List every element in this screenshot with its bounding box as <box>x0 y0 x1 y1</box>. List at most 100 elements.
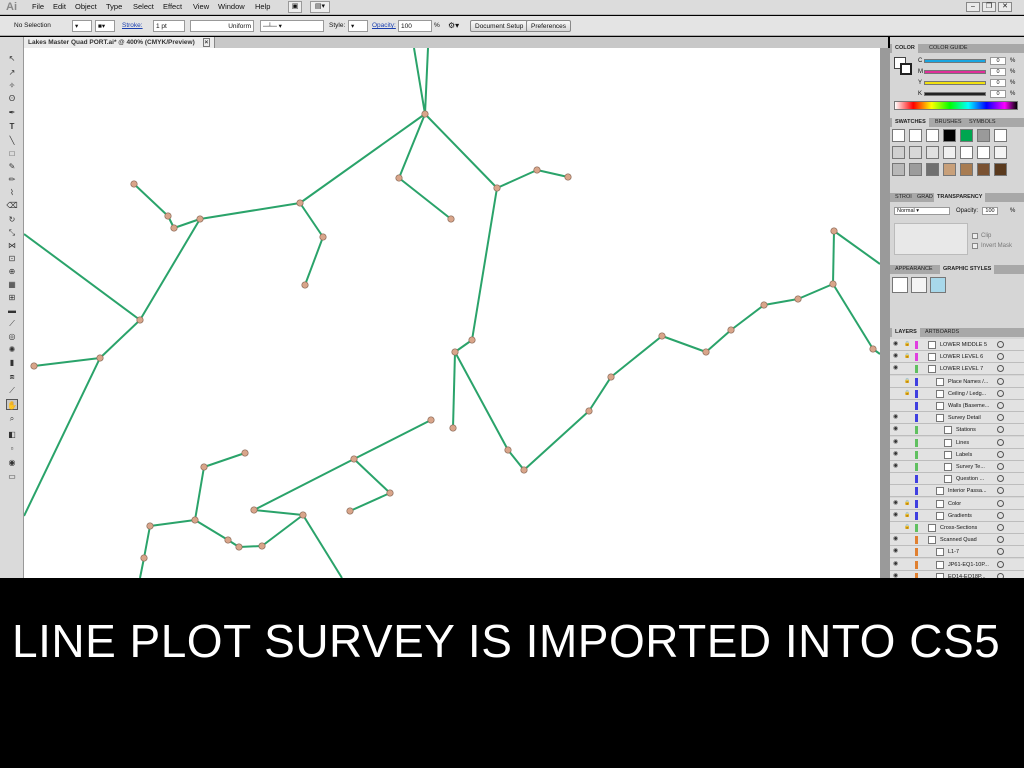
layer-row[interactable]: ◉ 🔒 Color <box>890 497 1024 510</box>
menu-window[interactable]: Window <box>218 2 245 12</box>
survey-station[interactable] <box>447 215 455 223</box>
survey-line[interactable] <box>471 187 498 341</box>
brush-definition-dropdown[interactable]: ─┴─ ▾ <box>260 20 324 32</box>
survey-line[interactable] <box>203 452 246 468</box>
survey-station[interactable] <box>296 199 304 207</box>
color-swatch[interactable] <box>892 146 905 159</box>
survey-station[interactable] <box>829 280 837 288</box>
black-slider[interactable] <box>924 92 986 96</box>
survey-station[interactable] <box>191 516 199 524</box>
layer-target-icon[interactable] <box>997 389 1004 397</box>
close-document-icon[interactable]: × <box>202 38 211 47</box>
survey-line[interactable] <box>454 351 509 451</box>
tab-swatches[interactable]: SWATCHES <box>892 118 929 127</box>
survey-station[interactable] <box>468 336 476 344</box>
graphic-style-swatch[interactable] <box>930 277 946 293</box>
preferences-button[interactable]: Preferences <box>526 20 572 32</box>
symbol-sprayer-tool-icon[interactable]: ✺ <box>6 344 18 355</box>
document-tab[interactable]: Lakes Master Quad PORT.ai* @ 400% (CMYK/… <box>24 37 216 48</box>
color-swatch[interactable] <box>994 163 1007 176</box>
survey-line[interactable] <box>253 509 304 516</box>
lock-icon[interactable]: 🔒 <box>904 341 911 348</box>
stroke-link[interactable]: Stroke: <box>122 20 143 32</box>
invert-mask-checkbox[interactable] <box>972 243 978 249</box>
survey-line[interactable] <box>139 218 201 321</box>
survey-station[interactable] <box>493 184 501 192</box>
lock-icon[interactable]: 🔒 <box>904 512 911 519</box>
survey-line[interactable] <box>353 419 432 460</box>
visibility-eye-icon[interactable] <box>893 378 900 385</box>
paintbrush-tool-icon[interactable]: ✎ <box>6 161 18 172</box>
layer-target-icon[interactable] <box>997 524 1004 531</box>
lock-icon[interactable] <box>904 463 911 470</box>
blend-mode-dropdown[interactable]: Normal ▾ <box>894 207 950 215</box>
tab-transparency[interactable]: TRANSPARENCY <box>934 193 986 202</box>
layer-target-icon[interactable] <box>997 536 1004 544</box>
survey-line[interactable] <box>705 329 732 353</box>
eyedropper-tool-icon[interactable]: ⟋ <box>6 318 18 329</box>
color-swatch[interactable] <box>892 129 905 142</box>
survey-line[interactable] <box>832 283 874 350</box>
survey-line[interactable] <box>424 113 498 189</box>
visibility-eye-icon[interactable] <box>893 390 900 397</box>
layer-target-icon[interactable] <box>997 365 1004 373</box>
survey-station[interactable] <box>520 466 528 474</box>
transparency-opacity-field[interactable]: 100 <box>982 207 998 215</box>
survey-station[interactable] <box>146 522 154 530</box>
menu-view[interactable]: View <box>193 2 209 12</box>
survey-station[interactable] <box>427 416 435 424</box>
opacity-link[interactable]: Opacity: <box>372 20 396 32</box>
zoom-tool-icon[interactable]: ⌕ <box>6 413 18 424</box>
perspective-grid-tool-icon[interactable]: ▦ <box>6 279 18 290</box>
recolor-icon[interactable]: ⚙▾ <box>448 20 459 32</box>
survey-station[interactable] <box>250 506 258 514</box>
layer-row[interactable]: 🔒 Place Names /... <box>890 375 1024 388</box>
survey-station[interactable] <box>869 345 877 353</box>
color-swatch[interactable] <box>994 146 1007 159</box>
survey-line[interactable] <box>349 492 391 512</box>
graphic-style-swatch[interactable] <box>911 277 927 293</box>
survey-line[interactable] <box>24 357 101 517</box>
menu-type[interactable]: Type <box>106 2 122 12</box>
layer-target-icon[interactable] <box>997 426 1004 434</box>
artboard-tool-icon[interactable]: ⧈ <box>6 371 18 382</box>
layer-row[interactable]: ◉ Scanned Quad <box>890 534 1024 547</box>
survey-station[interactable] <box>258 542 266 550</box>
color-swatch[interactable] <box>943 163 956 176</box>
menu-help[interactable]: Help <box>255 2 270 12</box>
layer-row[interactable]: ◉ 🔒 LOWER MIDDLE 5 <box>890 339 1024 351</box>
lasso-tool-icon[interactable]: ʘ <box>6 93 18 104</box>
survey-station[interactable] <box>170 224 178 232</box>
color-swatch[interactable] <box>960 146 973 159</box>
survey-line[interactable] <box>610 335 663 378</box>
survey-station[interactable] <box>140 554 148 562</box>
survey-line[interactable] <box>661 335 707 353</box>
layer-row[interactable]: 🔒 Ceiling / Ledg... <box>890 387 1024 400</box>
survey-station[interactable] <box>727 326 735 334</box>
screen-mode-icon[interactable]: ▭ <box>6 471 18 482</box>
swap-none-icon[interactable]: ▫ <box>6 443 18 454</box>
lock-icon[interactable]: 🔒 <box>904 353 911 360</box>
layer-row[interactable]: ◉ 🔒 Gradients <box>890 509 1024 522</box>
visibility-eye-icon[interactable]: ◉ <box>893 365 900 372</box>
visibility-eye-icon[interactable]: ◉ <box>893 536 900 543</box>
layer-row[interactable]: Interior Passa... <box>890 485 1024 498</box>
style-dropdown[interactable]: ▾ <box>348 20 368 32</box>
type-tool-icon[interactable]: T <box>6 121 18 132</box>
graphic-style-swatch[interactable] <box>892 277 908 293</box>
survey-station[interactable] <box>301 281 309 289</box>
eraser-tool-icon[interactable]: ⌫ <box>6 200 18 211</box>
stroke-profile-dropdown[interactable]: Uniform <box>190 20 254 32</box>
cyan-slider[interactable] <box>924 59 986 63</box>
survey-station[interactable] <box>350 455 358 463</box>
gradient-tool-icon[interactable]: ▬ <box>6 305 18 316</box>
layer-row[interactable]: ◉ Labels <box>890 448 1024 461</box>
pencil-tool-icon[interactable]: ✏ <box>6 174 18 185</box>
survey-line[interactable] <box>398 177 452 220</box>
layer-row[interactable]: Question ... <box>890 473 1024 486</box>
layer-target-icon[interactable] <box>997 499 1004 507</box>
color-swatch[interactable] <box>909 163 922 176</box>
lock-icon[interactable] <box>904 426 911 433</box>
lock-icon[interactable] <box>904 561 911 568</box>
visibility-eye-icon[interactable]: ◉ <box>893 512 900 519</box>
